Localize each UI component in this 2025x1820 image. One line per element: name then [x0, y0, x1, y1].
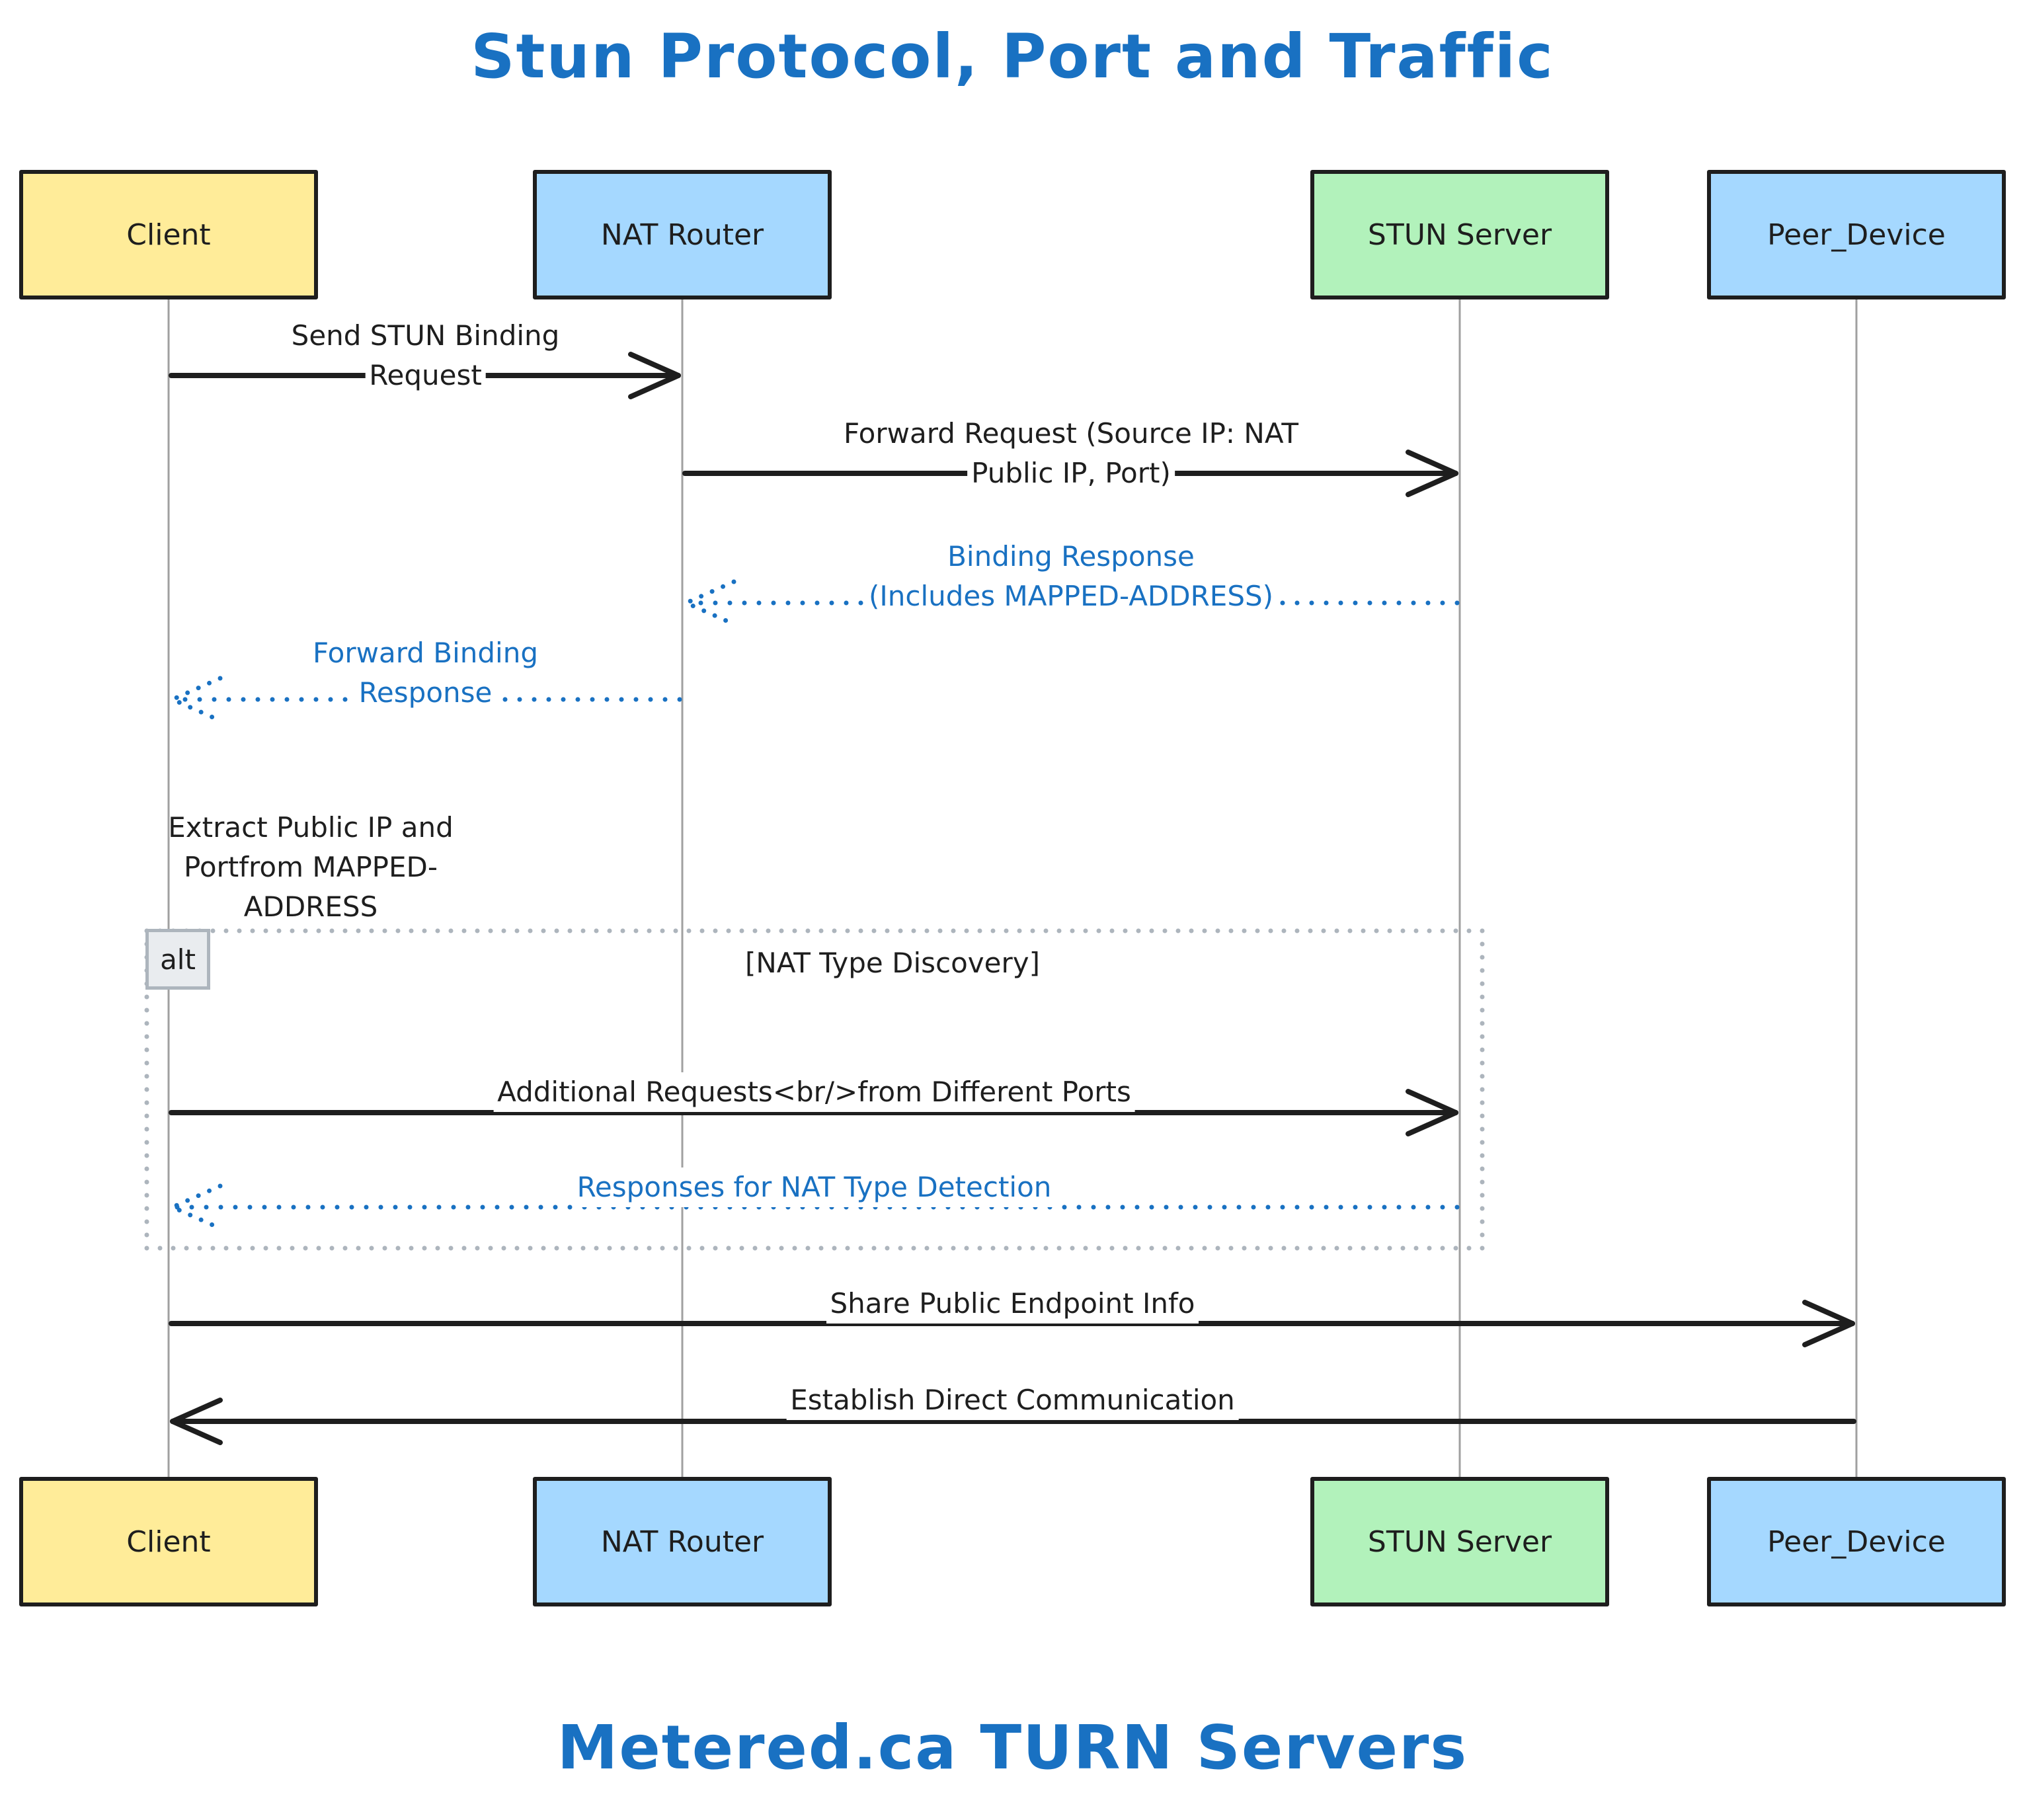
message-label: (Includes MAPPED-ADDRESS)	[864, 576, 1278, 616]
footer-title: Metered.ca TURN Servers	[557, 1712, 1468, 1783]
participant-client-bottom: Client	[19, 1477, 318, 1606]
dotted-arrowhead-icon	[170, 1183, 223, 1231]
participant-label: NAT Router	[600, 1524, 764, 1559]
participant-client-top: Client	[19, 170, 318, 299]
message-label: Public IP, Port)	[967, 454, 1175, 493]
message-label: Share Public Endpoint Info	[826, 1284, 1199, 1324]
message-label: Request	[365, 356, 486, 395]
message-label: Forward Binding	[309, 633, 542, 673]
participant-label: STUN Server	[1367, 1524, 1552, 1559]
participant-label: Client	[126, 218, 211, 252]
note-text: ADDRESS	[243, 890, 378, 923]
participant-label: NAT Router	[600, 218, 764, 252]
message-label: Responses for NAT Type Detection	[573, 1167, 1056, 1207]
participant-label: Client	[126, 1524, 211, 1559]
message-label: Response	[354, 673, 496, 713]
message-label: Forward Request (Source IP: NAT	[840, 414, 1302, 454]
message-label: Establish Direct Communication	[786, 1380, 1239, 1420]
participant-nat-bottom: NAT Router	[533, 1477, 832, 1606]
alt-fragment-condition: [NAT Type Discovery]	[745, 947, 1040, 979]
participant-label: Peer_Device	[1767, 218, 1946, 252]
participant-peer-top: Peer_Device	[1707, 170, 2006, 299]
dotted-arrowhead-icon	[684, 579, 736, 627]
message-label: Binding Response	[943, 537, 1199, 576]
note-text: Portfrom MAPPED-	[183, 851, 438, 883]
message-label: Send STUN Binding	[287, 316, 564, 356]
message-label: Additional Requests<br/>from Different P…	[493, 1072, 1135, 1112]
alt-fragment-tag: alt	[145, 929, 210, 990]
participant-label: Peer_Device	[1767, 1524, 1946, 1559]
participant-stun-bottom: STUN Server	[1310, 1477, 1609, 1606]
note-text: Extract Public IP and	[168, 811, 454, 844]
participant-stun-top: STUN Server	[1310, 170, 1609, 299]
participant-nat-top: NAT Router	[533, 170, 832, 299]
participant-peer-bottom: Peer_Device	[1707, 1477, 2006, 1606]
participant-label: STUN Server	[1367, 218, 1552, 252]
